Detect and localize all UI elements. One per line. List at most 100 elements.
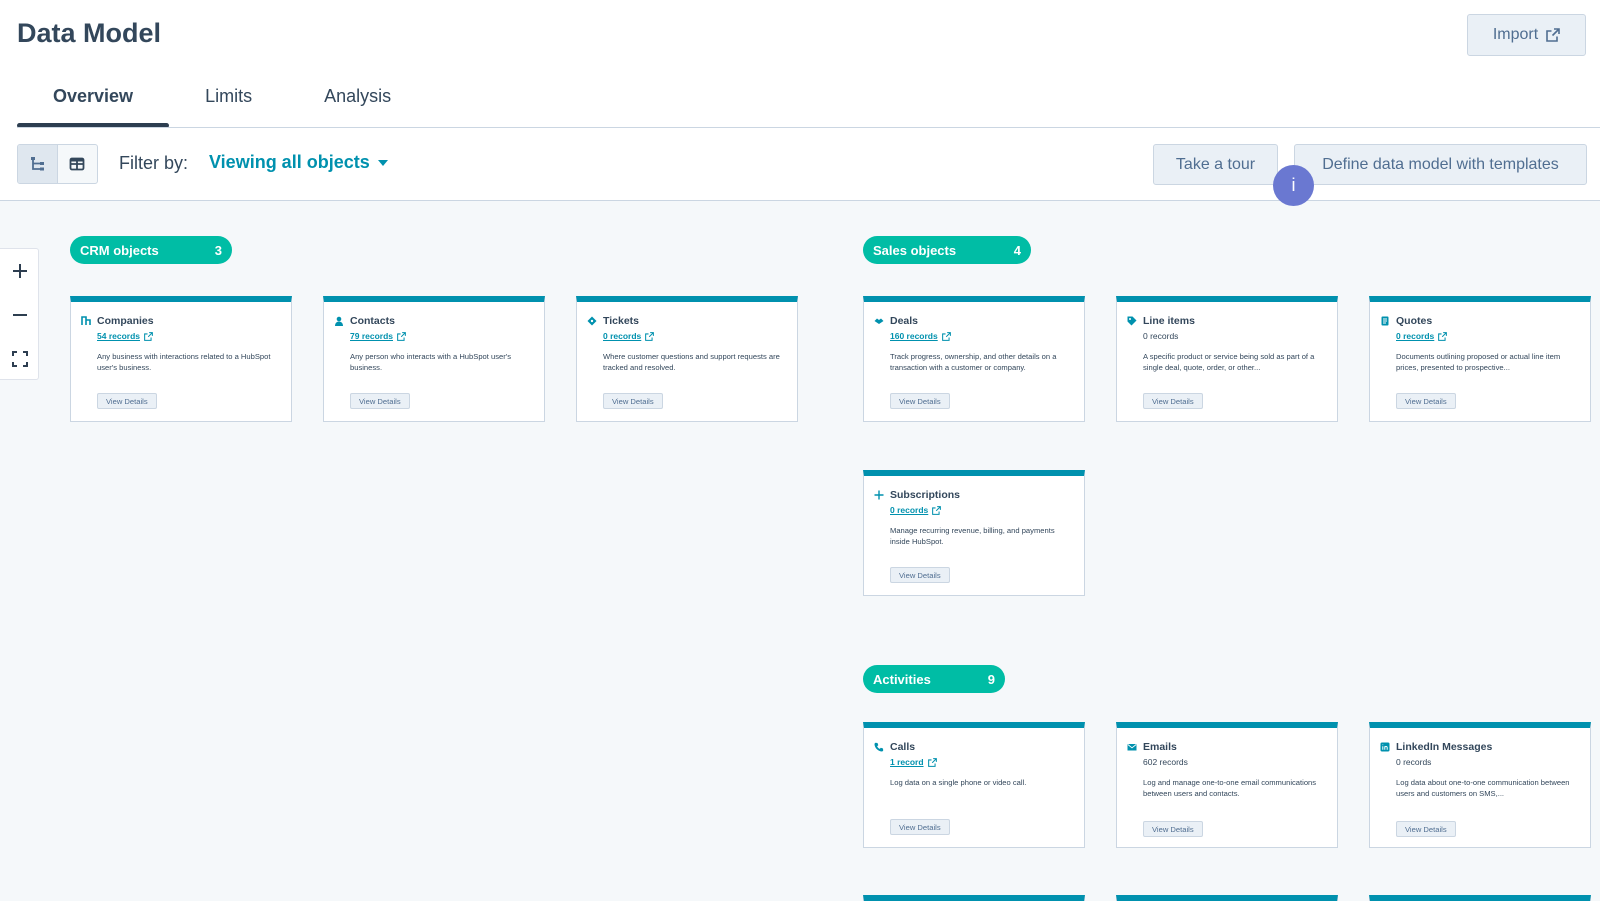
person-icon (334, 316, 344, 326)
object-card-line-items: Line items 0 records A specific product … (1116, 296, 1338, 422)
card-description: A specific product or service being sold… (1143, 352, 1315, 372)
object-card-companies: Companies 54 records Any business with i… (70, 296, 292, 422)
object-card-linkedin-messages: LinkedIn Messages 0 records Log data abo… (1369, 722, 1591, 848)
records-link[interactable]: 54 records (97, 331, 153, 341)
object-card-tickets: Tickets 0 records Where customer questio… (576, 296, 798, 422)
card-title: Companies (97, 315, 154, 327)
building-icon (81, 316, 91, 326)
linkedin-icon (1380, 742, 1390, 752)
records-link[interactable]: 0 records (1396, 331, 1448, 341)
table-icon (69, 157, 85, 171)
page-title: Data Model (17, 18, 162, 48)
group-crm-objects[interactable]: CRM objects 3 (70, 236, 232, 264)
records-count: 0 records (1396, 757, 1432, 767)
records-link[interactable]: 79 records (350, 331, 406, 341)
external-link-icon (932, 505, 942, 515)
page-header: Data Model Import Overview Limits Analys… (0, 0, 1600, 201)
object-card-calls: Calls 1 record Log data on a single phon… (863, 722, 1085, 848)
handshake-icon (874, 316, 884, 326)
view-details-button[interactable]: View Details (890, 393, 950, 409)
define-data-model-button[interactable]: Define data model with templates (1294, 144, 1587, 185)
external-link-icon (397, 331, 406, 341)
card-description: Track progress, ownership, and other det… (890, 352, 1057, 372)
records-link[interactable]: 0 records (890, 505, 942, 515)
card-title: Tickets (603, 315, 639, 327)
ticket-icon (587, 316, 597, 326)
import-button[interactable]: Import (1467, 14, 1586, 56)
group-count: 9 (987, 671, 995, 687)
object-card-deals: Deals 160 records Track progress, owners… (863, 296, 1085, 422)
tree-view-button[interactable] (18, 145, 58, 183)
card-description: Any person who interacts with a HubSpot … (350, 352, 512, 372)
records-link[interactable]: 1 record (890, 757, 937, 767)
tab-overview[interactable]: Overview (17, 80, 170, 128)
filter-label: Filter by: (119, 153, 189, 173)
external-link-icon (927, 757, 937, 767)
group-count: 3 (214, 242, 222, 258)
records-link[interactable]: 160 records (890, 331, 951, 341)
tab-bar: Overview Limits Analysis (17, 80, 427, 128)
card-title: Calls (890, 741, 916, 753)
records-count: 602 records (1143, 757, 1188, 767)
group-activities[interactable]: Activities 9 (863, 665, 1005, 693)
card-title: LinkedIn Messages (1396, 741, 1493, 753)
view-details-button[interactable]: View Details (1396, 821, 1456, 837)
object-card-contacts: Contacts 79 records Any person who inter… (323, 296, 545, 422)
view-details-button[interactable]: View Details (1143, 393, 1203, 409)
view-details-button[interactable]: View Details (1143, 821, 1203, 837)
object-card-subscriptions: Subscriptions 0 records Manage recurring… (863, 470, 1085, 596)
object-card-partial (863, 895, 1085, 901)
phone-icon (874, 742, 884, 752)
object-card-quotes: Quotes 0 records Documents outlining pro… (1369, 296, 1591, 422)
card-title: Contacts (350, 315, 395, 327)
zoom-out-button[interactable] (0, 295, 39, 335)
zoom-controls (0, 248, 39, 380)
group-label: CRM objects (80, 242, 159, 258)
envelope-icon (1127, 742, 1137, 752)
view-details-button[interactable]: View Details (603, 393, 663, 409)
external-link-icon (645, 331, 655, 341)
tab-limits[interactable]: Limits (169, 80, 288, 128)
fullscreen-icon (11, 351, 28, 367)
card-description: Where customer questions and support req… (603, 352, 780, 372)
take-tour-button[interactable]: Take a tour (1153, 144, 1278, 185)
fit-view-button[interactable] (0, 339, 39, 379)
records-count: 0 records (1143, 331, 1179, 341)
info-beacon[interactable]: i (1273, 165, 1314, 206)
filter-dropdown-value: Viewing all objects (209, 152, 370, 172)
document-icon (1380, 316, 1390, 326)
caret-down-icon (377, 159, 388, 166)
object-card-partial (1116, 895, 1338, 901)
card-description: Log data on a single phone or video call… (890, 778, 1027, 787)
card-description: Log data about one-to-one communication … (1396, 778, 1570, 798)
view-details-button[interactable]: View Details (1396, 393, 1456, 409)
external-link-icon (1438, 331, 1448, 341)
group-label: Sales objects (873, 242, 957, 258)
tab-analysis[interactable]: Analysis (288, 80, 427, 128)
card-description: Any business with interactions related t… (97, 352, 271, 372)
view-details-button[interactable]: View Details (890, 567, 950, 583)
view-details-button[interactable]: View Details (97, 393, 157, 409)
filter-dropdown[interactable]: Viewing all objects (209, 152, 388, 173)
plus-icon (12, 264, 27, 278)
card-description: Log and manage one-to-one email communic… (1143, 778, 1317, 798)
view-toggle (17, 144, 98, 184)
records-link[interactable]: 0 records (603, 331, 655, 341)
group-label: Activities (873, 671, 931, 687)
object-card-emails: Emails 602 records Log and manage one-to… (1116, 722, 1338, 848)
group-count: 4 (1013, 242, 1021, 258)
zoom-in-button[interactable] (0, 251, 39, 291)
minus-icon (12, 314, 27, 316)
object-card-partial (1369, 895, 1591, 901)
group-sales-objects[interactable]: Sales objects 4 (863, 236, 1031, 264)
import-button-label: Import (1492, 26, 1539, 43)
plus-icon (874, 490, 884, 500)
tag-icon (1127, 316, 1137, 326)
external-link-icon (1546, 28, 1560, 42)
table-view-button[interactable] (58, 145, 98, 183)
hierarchy-icon (31, 157, 45, 171)
card-description: Documents outlining proposed or actual l… (1396, 352, 1561, 372)
card-title: Quotes (1396, 315, 1433, 327)
view-details-button[interactable]: View Details (890, 819, 950, 835)
view-details-button[interactable]: View Details (350, 393, 410, 409)
